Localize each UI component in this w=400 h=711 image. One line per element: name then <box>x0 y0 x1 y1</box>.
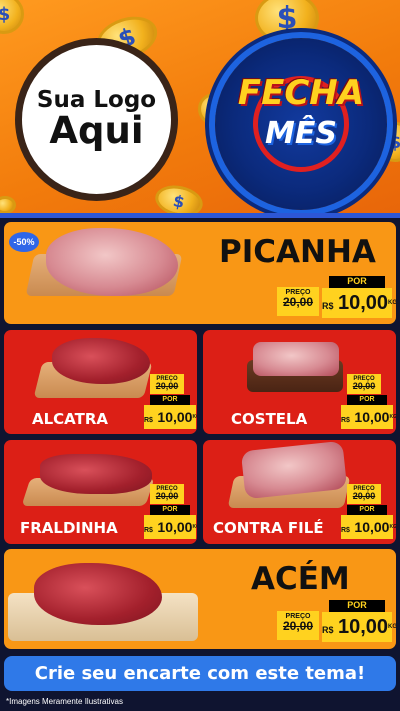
price-tag: PREÇO 20,00 POR R$ 10,00KG <box>277 276 396 318</box>
product-card-costela[interactable]: COSTELA PREÇO 20,00 POR R$ 10,00KG <box>203 330 396 434</box>
old-price-box: PREÇO 20,00 <box>347 484 381 504</box>
logo-placeholder: Sua Logo Aqui <box>15 38 178 201</box>
current-price: R$ 10,00KG <box>322 612 396 642</box>
coin-icon: $ <box>255 0 319 44</box>
current-price: R$ 10,00KG <box>144 405 197 429</box>
por-label: POR <box>347 395 387 405</box>
old-price: 20,00 <box>282 295 314 309</box>
old-price: 20,00 <box>155 381 179 391</box>
product-name: FRALDINHA <box>20 519 118 537</box>
old-price: 20,00 <box>352 381 376 391</box>
product-card-acem[interactable]: ACÉM PREÇO 20,00 POR R$ 10,00KG <box>4 549 396 649</box>
badge-title-line2: MÊS <box>265 116 337 151</box>
current-price: R$ 10,00KG <box>322 288 396 318</box>
header-divider <box>0 213 400 218</box>
price-tag: PREÇO 20,00 POR R$ 10,00KG <box>277 600 396 642</box>
product-image-acem <box>34 563 162 625</box>
current-price: R$ 10,00KG <box>341 405 396 429</box>
por-label: POR <box>150 505 190 515</box>
old-price: 20,00 <box>155 491 179 501</box>
product-card-fraldinha[interactable]: FRALDINHA PREÇO 20,00 POR R$ 10,00KG <box>4 440 197 544</box>
price-tag: PREÇO 20,00 POR R$ 10,00KG <box>341 484 396 542</box>
old-price-box: PREÇO 20,00 <box>277 287 319 316</box>
product-name: PICANHA <box>219 234 376 270</box>
por-label: POR <box>150 395 190 405</box>
product-card-alcatra[interactable]: ALCATRA PREÇO 20,00 POR R$ 10,00KG <box>4 330 197 434</box>
product-image-costela <box>253 342 339 376</box>
product-name: COSTELA <box>231 410 308 428</box>
old-price-box: PREÇO 20,00 <box>347 374 381 394</box>
product-card-picanha[interactable]: PICANHA PREÇO 20,00 POR R$ 10,00KG <box>4 222 396 324</box>
product-card-contra-file[interactable]: CONTRA FILÉ PREÇO 20,00 POR R$ 10,00KG <box>203 440 396 544</box>
badge-title-line1: FECHA <box>237 73 365 113</box>
fecha-mes-badge: FECHA MÊS <box>215 38 387 210</box>
create-flyer-button[interactable]: Crie seu encarte com este tema! <box>4 656 396 691</box>
disclaimer-text: *Imagens Meramente Ilustrativas <box>6 697 123 706</box>
logo-text-line2: Aqui <box>49 109 144 153</box>
product-name: CONTRA FILÉ <box>213 519 324 537</box>
price-tag: PREÇO 20,00 POR R$ 10,00KG <box>341 374 396 432</box>
por-label: POR <box>329 276 385 288</box>
old-price-box: PREÇO 20,00 <box>277 611 319 640</box>
coin-icon <box>0 196 16 213</box>
old-price: 20,00 <box>352 491 376 501</box>
por-label: POR <box>329 600 385 612</box>
price-tag: PREÇO 20,00 POR R$ 10,00KG <box>144 374 197 432</box>
coin-icon: $ <box>152 181 206 213</box>
product-name: ACÉM <box>251 561 350 597</box>
old-price-box: PREÇO 20,00 <box>150 374 184 394</box>
old-price-box: PREÇO 20,00 <box>150 484 184 504</box>
price-tag: PREÇO 20,00 POR R$ 10,00KG <box>144 484 197 542</box>
product-image-picanha <box>46 228 178 296</box>
current-price: R$ 10,00KG <box>341 515 396 539</box>
current-price: R$ 10,00KG <box>144 515 197 539</box>
coin-icon: $ <box>0 0 24 34</box>
old-price: 20,00 <box>282 619 314 633</box>
por-label: POR <box>347 505 387 515</box>
discount-badge: -50% <box>9 232 39 252</box>
product-image-fraldinha <box>40 454 152 494</box>
product-name: ALCATRA <box>32 410 109 428</box>
header-banner: $ $ $ $ $ $ Sua Logo Aqui FECHA MÊS <box>0 0 400 213</box>
product-image-alcatra <box>52 338 150 384</box>
